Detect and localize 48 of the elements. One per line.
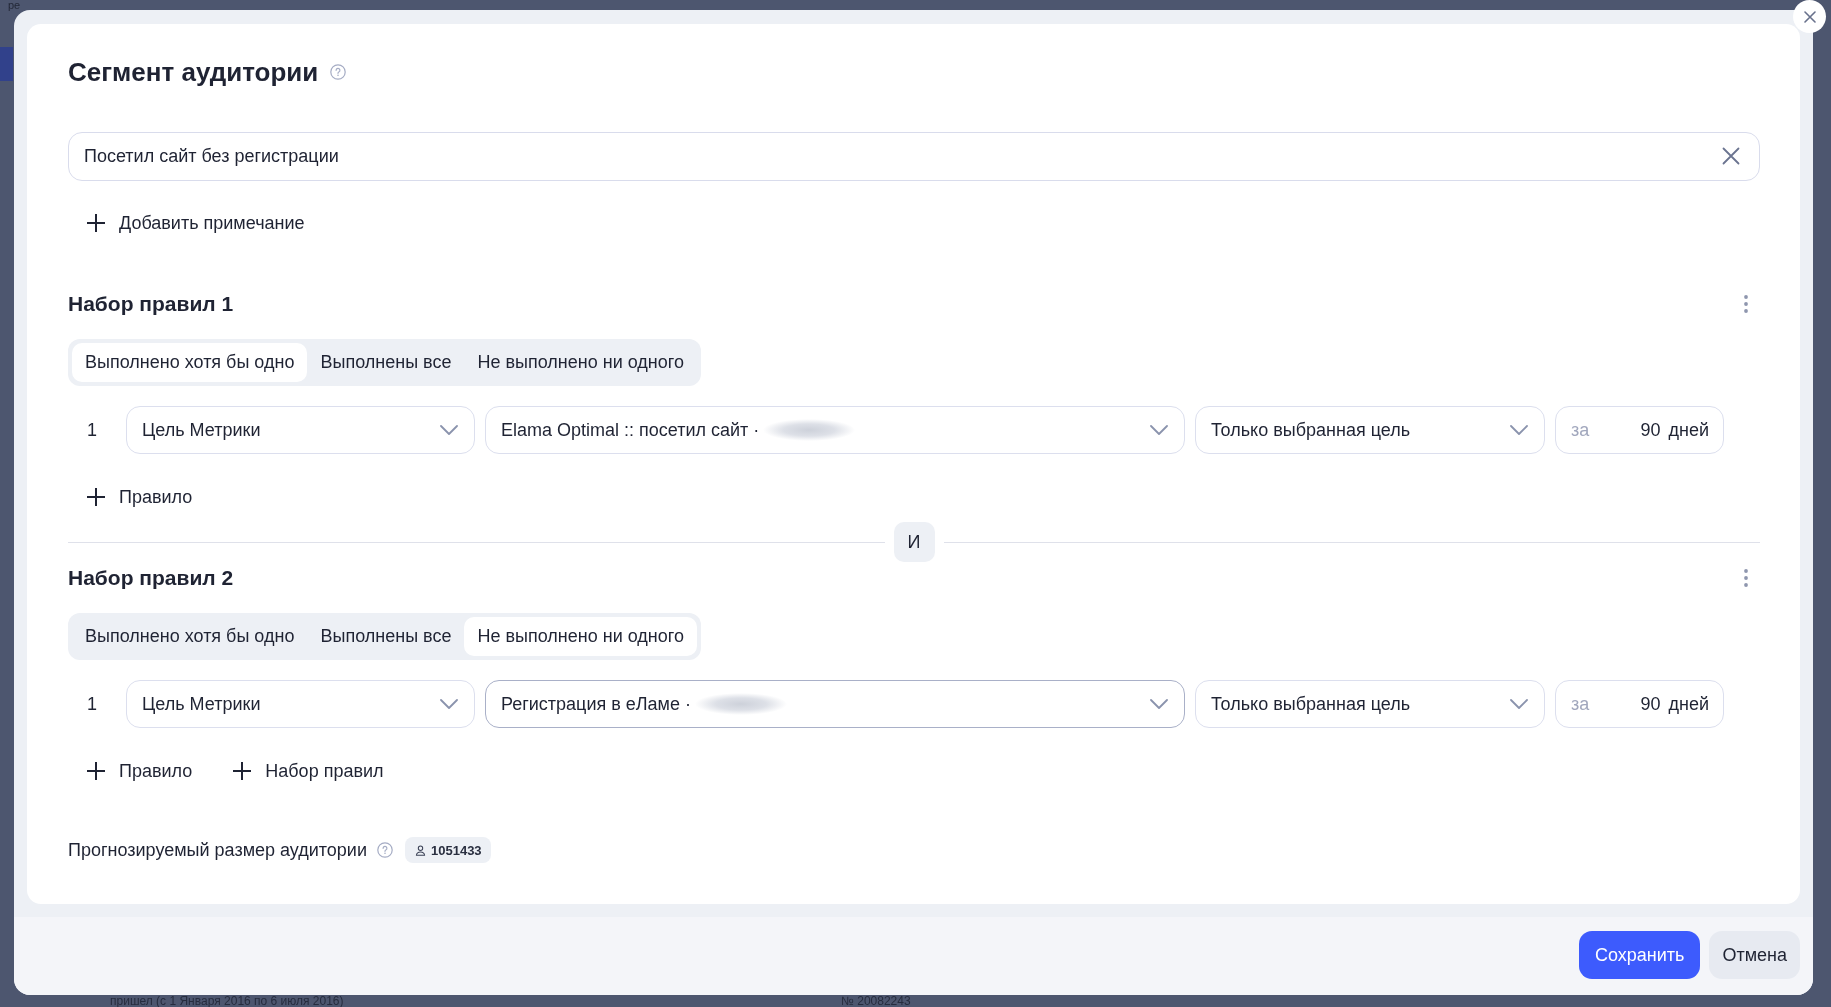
help-icon[interactable] (377, 842, 393, 858)
audience-size-label: Прогнозируемый размер аудитории (68, 839, 367, 861)
plus-icon (232, 761, 253, 781)
cancel-button[interactable]: Отмена (1709, 931, 1800, 979)
conjunction-chip: И (893, 522, 935, 562)
background-nav-highlight (0, 47, 13, 81)
add-button[interactable]: Набор правил (232, 759, 384, 783)
mode-tab[interactable]: Выполнено хотя бы одно (72, 617, 308, 656)
dialog-title: Сегмент аудитории (68, 57, 319, 87)
save-button[interactable]: Сохранить (1578, 931, 1701, 979)
close-icon (1803, 10, 1816, 23)
plus-icon (86, 213, 106, 233)
plus-icon (86, 761, 106, 781)
goal-select[interactable]: Elama Optimal :: посетил сайт · (485, 406, 1185, 454)
rule-number: 1 (86, 692, 98, 716)
plus-icon (86, 487, 106, 507)
more-icon[interactable] (1744, 569, 1748, 587)
mode-tab[interactable]: Выполнены все (307, 343, 465, 382)
chevron-icon (1510, 699, 1528, 709)
mode-tab[interactable]: Выполнено хотя бы одно (72, 343, 308, 382)
more-icon[interactable] (1744, 295, 1748, 313)
mode-tab[interactable]: Выполнены все (307, 617, 465, 656)
rule-set-title: Набор правил 1 (68, 291, 234, 317)
close-button[interactable] (1793, 0, 1826, 33)
mode-tab[interactable]: Не выполнено ни одного (464, 343, 697, 382)
person-icon (415, 844, 426, 856)
scope-select[interactable]: Только выбранная цель (1195, 406, 1545, 454)
add-button[interactable]: Правило (86, 759, 193, 783)
rule-number: 1 (86, 418, 98, 442)
condition-select[interactable]: Цель Метрики (126, 406, 475, 454)
goal-select[interactable]: Регистрация в еЛаме · (485, 680, 1185, 728)
help-icon[interactable] (330, 64, 347, 80)
segment-name-field[interactable]: Посетил сайт без регистрации (68, 132, 1760, 181)
add-button[interactable]: Правило (86, 485, 193, 509)
period-input-field[interactable]: за 90 дней (1555, 406, 1724, 454)
condition-select[interactable]: Цель Метрики (126, 680, 475, 728)
add-note-button[interactable]: Добавить примечание (86, 211, 305, 235)
chevron-icon (1150, 699, 1168, 709)
audience-count: 1051433 (431, 842, 482, 858)
period-input-field[interactable]: за 90 дней (1555, 680, 1724, 728)
chevron-icon (440, 699, 458, 709)
chevron-icon (1150, 425, 1168, 435)
chevron-icon (1510, 425, 1528, 435)
chevron-icon (440, 425, 458, 435)
scope-select[interactable]: Только выбранная цель (1195, 680, 1545, 728)
rule-set-title: Набор правил 2 (68, 565, 234, 591)
mode-tab[interactable]: Не выполнено ни одного (464, 617, 697, 656)
clear-icon[interactable] (1722, 147, 1740, 165)
